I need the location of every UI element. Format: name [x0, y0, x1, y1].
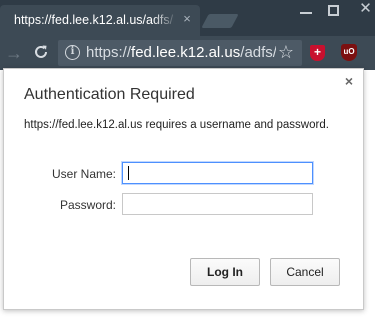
reload-icon[interactable] — [31, 42, 51, 62]
url-path: /adfs/ls — [240, 44, 276, 61]
browser-window: https://fed.lee.k12.al.us/adfs/ls × ✕ → … — [0, 0, 375, 318]
forward-arrow-icon[interactable]: → — [4, 43, 24, 63]
url-text[interactable]: https://fed.lee.k12.al.us/adfs/ls — [86, 44, 276, 61]
authentication-dialog: × Authentication Required https://fed.le… — [3, 68, 364, 310]
dialog-title: Authentication Required — [24, 86, 195, 103]
window-close-icon[interactable]: ✕ — [356, 0, 375, 20]
minimize-icon[interactable] — [300, 12, 312, 14]
password-field[interactable] — [122, 193, 313, 215]
browser-toolbar: → i https://fed.lee.k12.al.us/adfs/ls ☆ … — [0, 36, 375, 70]
maximize-icon[interactable] — [328, 5, 339, 16]
ublock-extension-icon[interactable]: uO — [341, 44, 357, 61]
url-scheme: https:// — [86, 44, 132, 61]
bookmark-star-icon[interactable]: ☆ — [276, 42, 296, 62]
password-label: Password: — [59, 198, 116, 212]
dialog-message: https://fed.lee.k12.al.us requires a use… — [24, 119, 329, 131]
red-shield-extension-icon[interactable]: + — [310, 45, 325, 61]
username-field[interactable] — [122, 162, 313, 184]
text-cursor — [128, 166, 129, 180]
dialog-close-icon[interactable]: × — [342, 74, 356, 88]
new-tab-button[interactable] — [201, 14, 239, 28]
browser-tab[interactable]: https://fed.lee.k12.al.us/adfs/ls × — [0, 5, 200, 36]
cancel-button[interactable]: Cancel — [270, 258, 340, 286]
username-label: User Name: — [51, 167, 116, 181]
address-bar[interactable]: i https://fed.lee.k12.al.us/adfs/ls ☆ — [58, 40, 302, 66]
url-host: fed.lee.k12.al.us — [131, 44, 241, 61]
info-icon[interactable]: i — [65, 45, 80, 60]
tab-close-icon[interactable]: × — [180, 12, 194, 26]
tab-title: https://fed.lee.k12.al.us/adfs/ls — [14, 13, 174, 27]
tab-title-fade — [152, 5, 178, 36]
login-button[interactable]: Log In — [190, 258, 260, 286]
tab-strip: https://fed.lee.k12.al.us/adfs/ls × ✕ — [0, 0, 375, 36]
